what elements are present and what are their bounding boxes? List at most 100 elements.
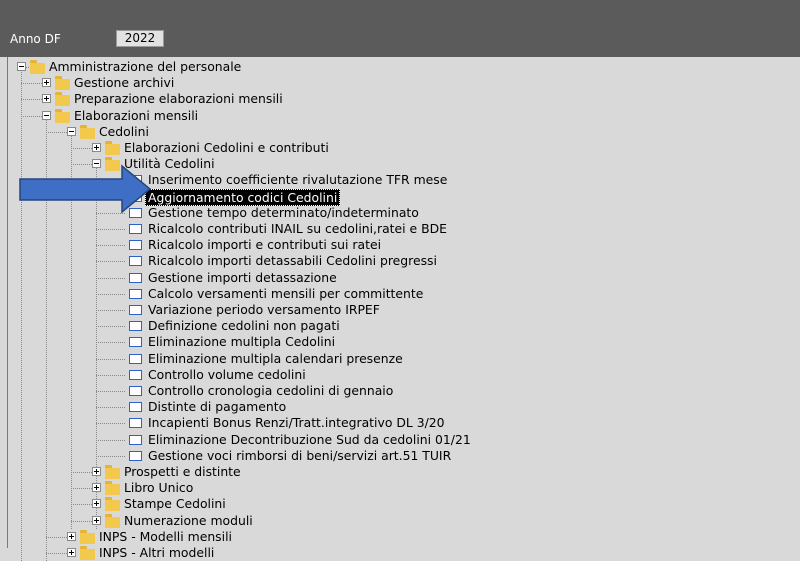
- tree-item-label: Definizione cedolini non pagati: [148, 318, 340, 334]
- tree-connector: [96, 196, 125, 198]
- folder-icon: [55, 108, 70, 123]
- tree-item-label: Utilità Cedolini: [124, 156, 215, 172]
- document-icon: [129, 337, 142, 348]
- tree-connector: [96, 212, 125, 214]
- tree-leaf-item[interactable]: Inserimento coefficiente rivalutazione T…: [8, 172, 788, 187]
- tree-folder-item[interactable]: Numerazione moduli: [8, 513, 788, 528]
- tree-leaf-item[interactable]: Gestione tempo determinato/indeterminato: [8, 205, 788, 220]
- folder-icon: [80, 124, 95, 139]
- tree-folder-item[interactable]: Preparazione elaborazioni mensili: [8, 91, 788, 107]
- expand-icon[interactable]: [42, 78, 51, 88]
- tree-connector: [96, 358, 125, 360]
- tree-item-label: Eliminazione Decontribuzione Sud da cedo…: [148, 431, 471, 447]
- year-input[interactable]: 2022: [116, 30, 164, 47]
- tree-item-label: Eliminazione multipla calendari presenze: [148, 350, 403, 366]
- tree-leaf-item[interactable]: Eliminazione multipla calendari presenze: [8, 351, 788, 366]
- tree-item-label: Gestione tempo determinato/indeterminato: [148, 204, 419, 220]
- tree-leaf-item[interactable]: Ricalcolo contributi INAIL su cedolini,r…: [8, 221, 788, 236]
- folder-icon: [105, 513, 120, 528]
- tree-folder-item[interactable]: Amministrazione del personale: [8, 59, 788, 74]
- tree-connector: [96, 293, 125, 295]
- tree-folder-item[interactable]: Gestione archivi: [8, 75, 788, 91]
- document-icon: [129, 240, 142, 251]
- expand-icon[interactable]: [92, 499, 101, 509]
- tree-leaf-item[interactable]: Distinte di pagamento: [8, 399, 788, 414]
- tree-folder-item[interactable]: Utilità Cedolini: [8, 156, 788, 172]
- document-icon: [129, 450, 142, 461]
- tree-item-label: Prospetti e distinte: [124, 464, 241, 479]
- tree-item-label: Variazione periodo versamento IRPEF: [148, 302, 380, 317]
- expand-icon[interactable]: [67, 548, 76, 557]
- folder-icon: [30, 60, 45, 74]
- collapse-icon[interactable]: [17, 62, 26, 71]
- document-icon: [129, 434, 142, 445]
- tree-leaf-item[interactable]: Ricalcolo importi detassabili Cedolini p…: [8, 253, 788, 268]
- expand-icon[interactable]: [42, 94, 51, 104]
- tree-connector: [96, 423, 125, 425]
- tree-folder-item[interactable]: Libro Unico: [8, 480, 788, 496]
- document-icon: [129, 353, 142, 364]
- folder-icon: [105, 157, 120, 172]
- tree-folder-item[interactable]: Cedolini: [8, 124, 788, 139]
- folder-icon: [105, 481, 120, 496]
- year-label: Anno DF: [10, 32, 61, 46]
- tree-item-label: Controllo volume cedolini: [148, 366, 306, 382]
- document-icon: [129, 191, 142, 202]
- tree-leaf-item[interactable]: Controllo cronologia cedolini di gennaio: [8, 383, 788, 398]
- tree-item-label: Stampe Cedolini: [124, 496, 226, 512]
- tree-folder-item[interactable]: Elaborazioni Cedolini e contributi: [8, 140, 788, 155]
- top-toolbar: Anno DF 2022: [0, 0, 800, 57]
- tree-item-label: Ricalcolo importi e contributi sui ratei: [148, 237, 382, 253]
- tree-item-label: Eliminazione multipla Cedolini: [148, 334, 336, 350]
- folder-icon: [105, 497, 120, 512]
- tree-leaf-item[interactable]: Definizione cedolini non pagati: [8, 318, 788, 333]
- tree-item-label: Distinte di pagamento: [148, 399, 287, 415]
- tree-folder-item[interactable]: INPS - Modelli mensili: [8, 529, 788, 544]
- document-icon: [129, 272, 142, 283]
- collapse-icon[interactable]: [92, 159, 101, 169]
- document-icon: [129, 418, 142, 429]
- tree-leaf-item[interactable]: Ricalcolo importi e contributi sui ratei: [8, 237, 788, 252]
- folder-icon: [55, 92, 70, 107]
- collapse-icon[interactable]: [42, 110, 51, 120]
- document-icon: [129, 175, 142, 186]
- tree-item-label: INPS - Modelli mensili: [99, 528, 232, 544]
- tree-leaf-item[interactable]: Gestione voci rimborsi di beni/servizi a…: [8, 448, 788, 463]
- tree-connector: [96, 407, 125, 409]
- menu-tree: Amministrazione del personale Gestione ar…: [7, 57, 800, 561]
- expand-icon[interactable]: [92, 515, 101, 525]
- tree-leaf-item[interactable]: Eliminazione Decontribuzione Sud da cedo…: [8, 432, 788, 447]
- tree-leaf-item[interactable]: Gestione importi detassazione: [8, 270, 788, 285]
- tree-folder-item[interactable]: INPS - Altri modelli: [8, 545, 788, 560]
- collapse-icon[interactable]: [67, 126, 76, 136]
- document-icon: [129, 224, 142, 234]
- tree-item-label: Controllo cronologia cedolini di gennaio: [148, 383, 394, 398]
- tree-folder-item[interactable]: Prospetti e distinte: [8, 464, 788, 479]
- tree-connector: [96, 439, 125, 441]
- document-icon: [129, 305, 142, 315]
- tree-connector: [96, 310, 125, 311]
- expand-icon[interactable]: [92, 143, 101, 152]
- tree-item-label: Elaborazioni mensili: [74, 107, 199, 123]
- tree-connector: [96, 277, 125, 279]
- expand-icon[interactable]: [67, 531, 76, 541]
- folder-icon: [80, 529, 95, 544]
- tree-item-label: Preparazione elaborazioni mensili: [74, 91, 283, 107]
- tree-leaf-item[interactable]: Controllo volume cedolini: [8, 367, 788, 382]
- tree-item-label: Aggiornamento codici Cedolini: [145, 188, 341, 206]
- tree-leaf-item[interactable]: Variazione periodo versamento IRPEF: [8, 302, 788, 317]
- tree-folder-item[interactable]: Elaborazioni mensili: [8, 108, 788, 123]
- tree-leaf-item[interactable]: Aggiornamento codici Cedolini: [8, 188, 788, 206]
- expand-icon[interactable]: [92, 483, 101, 493]
- document-icon: [129, 402, 142, 413]
- tree-folder-item[interactable]: Stampe Cedolini: [8, 496, 788, 512]
- tree-connector: [96, 342, 125, 344]
- tree-leaf-item[interactable]: Calcolo versamenti mensili per committen…: [8, 286, 788, 301]
- expand-icon[interactable]: [92, 467, 101, 476]
- tree-item-label: Inserimento coefficiente rivalutazione T…: [148, 172, 448, 188]
- tree-leaf-item[interactable]: Incapienti Bonus Renzi/Tratt.integrativo…: [8, 415, 788, 430]
- document-icon: [129, 369, 142, 380]
- document-icon: [129, 386, 142, 396]
- tree-item-label: Numerazione moduli: [124, 512, 253, 528]
- tree-leaf-item[interactable]: Eliminazione multipla Cedolini: [8, 334, 788, 349]
